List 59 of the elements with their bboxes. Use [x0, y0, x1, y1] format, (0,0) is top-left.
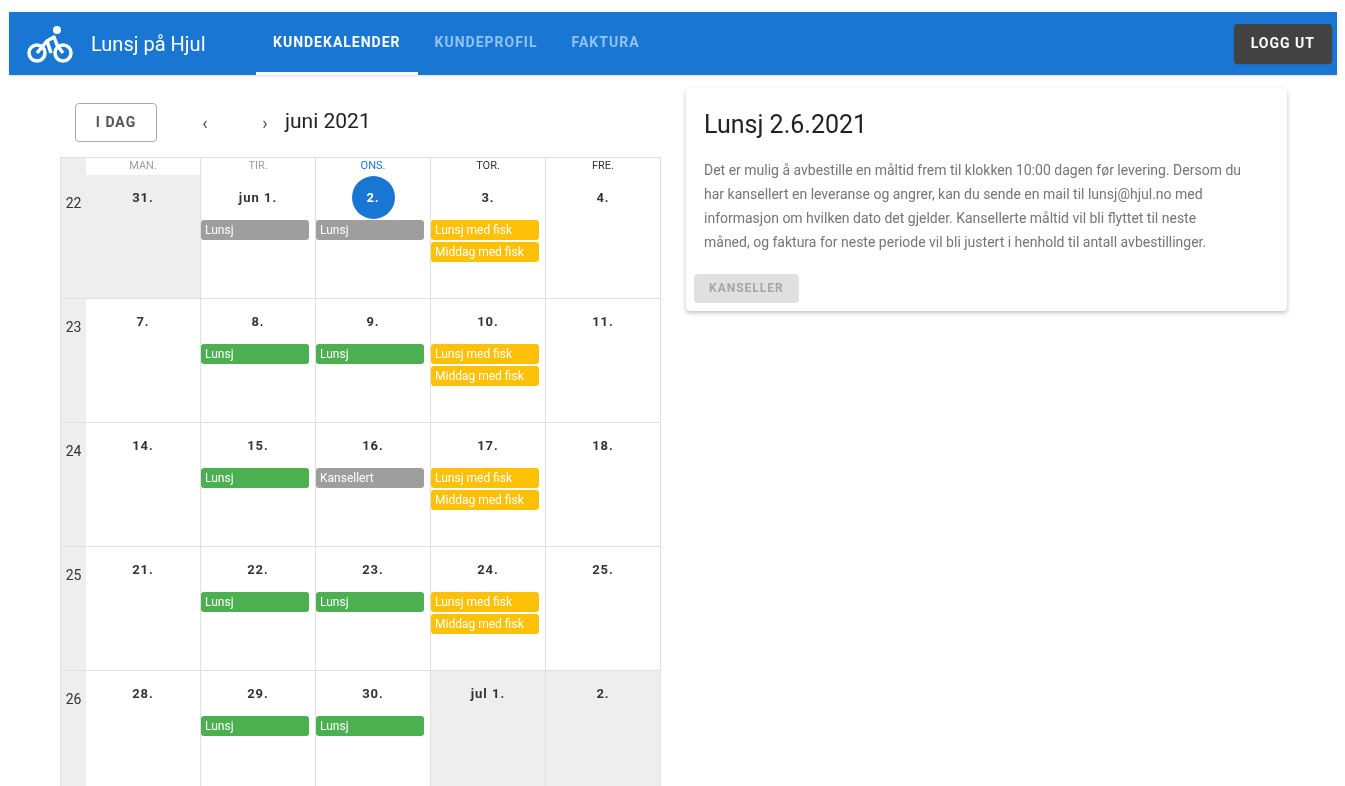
day-cell[interactable]: 31.: [86, 175, 201, 298]
day-number: 10.: [477, 312, 499, 331]
today-button[interactable]: I DAG: [75, 102, 157, 142]
weekday-label: MAN.: [129, 158, 157, 174]
day-number: jul 1.: [470, 684, 506, 703]
day-cell[interactable]: 15. Lunsj: [201, 423, 316, 546]
day-number: 17.: [477, 436, 499, 455]
day-number: jun 1.: [238, 188, 278, 207]
week-number: 23: [61, 299, 86, 422]
detail-title: Lunsj 2.6.2021: [703, 109, 869, 141]
day-number: 18.: [592, 436, 614, 455]
day-number: 22.: [247, 560, 269, 579]
day-cell[interactable]: 22. Lunsj: [201, 547, 316, 670]
week-number: 25: [61, 547, 86, 670]
day-cell[interactable]: 2.: [546, 671, 661, 786]
day-number: 14.: [132, 436, 154, 455]
day-number: 28.: [132, 684, 154, 703]
previous-button[interactable]: ‹: [195, 108, 215, 136]
day-number: 31.: [132, 188, 154, 207]
day-number: 29.: [247, 684, 269, 703]
day-number: 30.: [362, 684, 384, 703]
day-number: 21.: [132, 560, 154, 579]
day-number: 16.: [362, 436, 384, 455]
next-button[interactable]: ›: [255, 108, 275, 136]
day-cell[interactable]: jul 1.: [431, 671, 546, 786]
day-number: 3.: [481, 188, 495, 207]
cyclist-icon: [27, 24, 73, 63]
day-number: 2.: [351, 176, 395, 219]
weekday-label: FRE.: [592, 158, 614, 174]
day-cell[interactable]: 16. Kansellert: [316, 423, 431, 546]
day-cell[interactable]: jun 1. Lunsj: [201, 175, 316, 298]
weekday-label: TIR.: [248, 158, 268, 174]
day-number: 2.: [596, 684, 610, 703]
day-cell[interactable]: 30. Lunsj: [316, 671, 431, 786]
day-number: 7.: [136, 312, 150, 331]
day-number: 4.: [596, 188, 610, 207]
weekday-label: ONS.: [360, 158, 386, 174]
day-number: 24.: [477, 560, 499, 579]
month-title: juni 2021: [285, 108, 371, 136]
day-number: 8.: [251, 312, 265, 331]
week-number: 26: [61, 671, 86, 786]
day-cell[interactable]: 9. Lunsj: [316, 299, 431, 422]
detail-text: Det er mulig å avbestille en måltid frem til klokken 10:00 dagen før levering. Dersom du har kansellert en leveranse og angrer, kan du sende en mail til lunsj@hjul.no med informasjon om hvilken dato det gjelder. Kansellerte måltid vil bli flyttet til neste måned, og faktura for neste periode vil bli justert i henhold til antall avbestillinger.: [703, 160, 1243, 252]
day-cell[interactable]: 2. Lunsj: [316, 175, 431, 298]
corner-cell: [61, 158, 86, 175]
nav-tab[interactable]: KUNDEKALENDER: [256, 12, 418, 75]
day-number: 15.: [247, 436, 269, 455]
app-title: Lunsj på Hjul: [91, 30, 207, 58]
week-number: 22: [61, 175, 86, 298]
day-cell[interactable]: 8. Lunsj: [201, 299, 316, 422]
day-cell[interactable]: 23. Lunsj: [316, 547, 431, 670]
logout-button[interactable]: LOGG UT: [1233, 23, 1332, 64]
week-number: 24: [61, 423, 86, 546]
day-number: 9.: [366, 312, 380, 331]
day-number: 25.: [592, 560, 614, 579]
day-number: 23.: [362, 560, 384, 579]
day-cell[interactable]: 29. Lunsj: [201, 671, 316, 786]
day-number: 11.: [592, 312, 614, 331]
weekday-label: TOR.: [476, 158, 500, 174]
